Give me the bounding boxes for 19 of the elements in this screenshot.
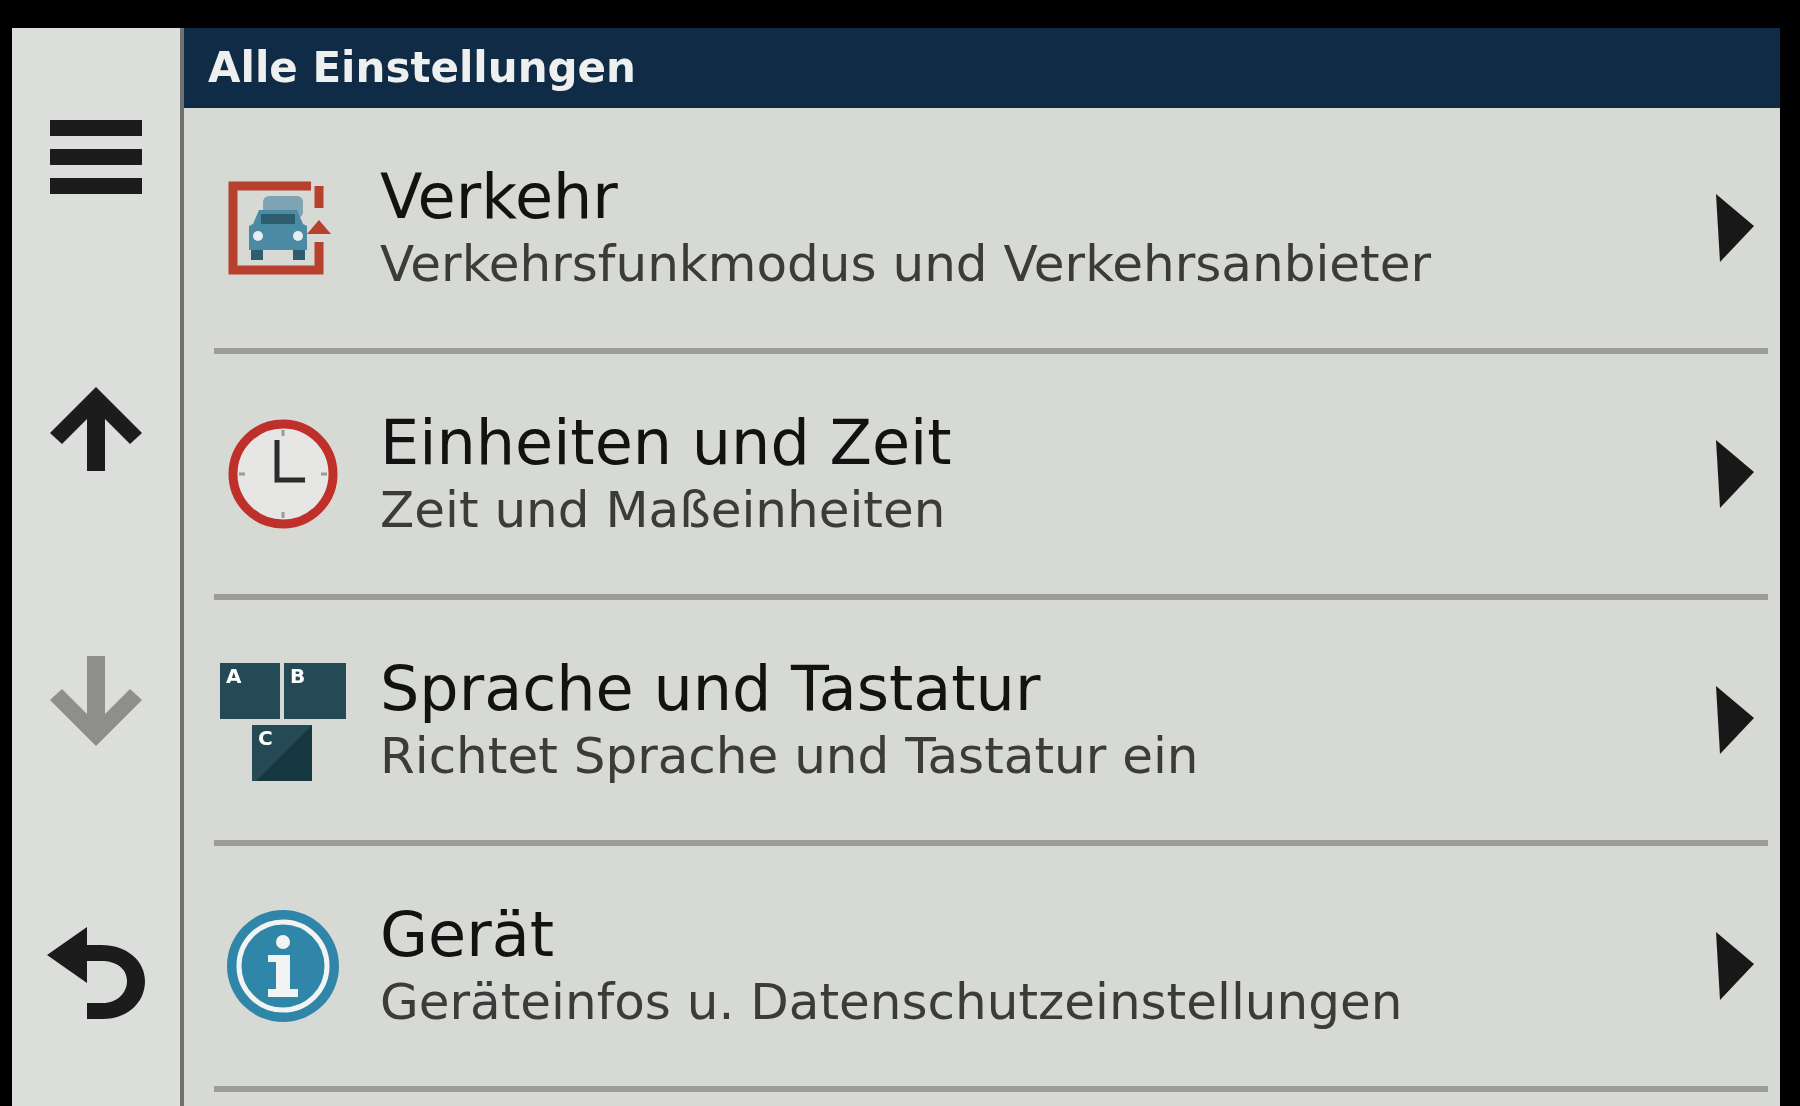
settings-row[interactable]: Verkehr Verkehrsfunkmodus und Verkehrsanbieter bbox=[184, 108, 1780, 348]
item-title: Einheiten und Zeit bbox=[380, 407, 953, 479]
chevron-right-icon bbox=[1716, 686, 1754, 754]
clock-icon bbox=[227, 418, 339, 530]
item-title: Gerät bbox=[380, 899, 555, 971]
info-icon bbox=[226, 909, 340, 1023]
item-title: Verkehr bbox=[380, 161, 619, 233]
item-subtitle: Verkehrsfunkmodus und Verkehrsanbieter bbox=[380, 234, 1432, 295]
settings-row[interactable]: Einheiten und Zeit Zeit und Maßeinheiten bbox=[184, 354, 1780, 594]
chevron-right-icon bbox=[1716, 194, 1754, 262]
settings-row[interactable]: A B C Sprache und Tastatur Richtet Sprache und Tastatur ein bbox=[184, 600, 1780, 840]
item-title: Sprache und Tastatur bbox=[380, 653, 1042, 725]
header-title: Alle Einstellungen bbox=[208, 47, 636, 89]
item-subtitle: Zeit und Maßeinheiten bbox=[380, 480, 947, 541]
chevron-right-icon bbox=[1716, 932, 1754, 1000]
item-subtitle: Richtet Sprache und Tastatur ein bbox=[380, 726, 1200, 787]
settings-row[interactable]: Gerät Geräteinfos u. Datenschutzeinstellungen bbox=[184, 846, 1780, 1086]
chevron-right-icon bbox=[1716, 440, 1754, 508]
item-subtitle: Geräteinfos u. Datenschutzeinstellungen bbox=[380, 972, 1404, 1033]
